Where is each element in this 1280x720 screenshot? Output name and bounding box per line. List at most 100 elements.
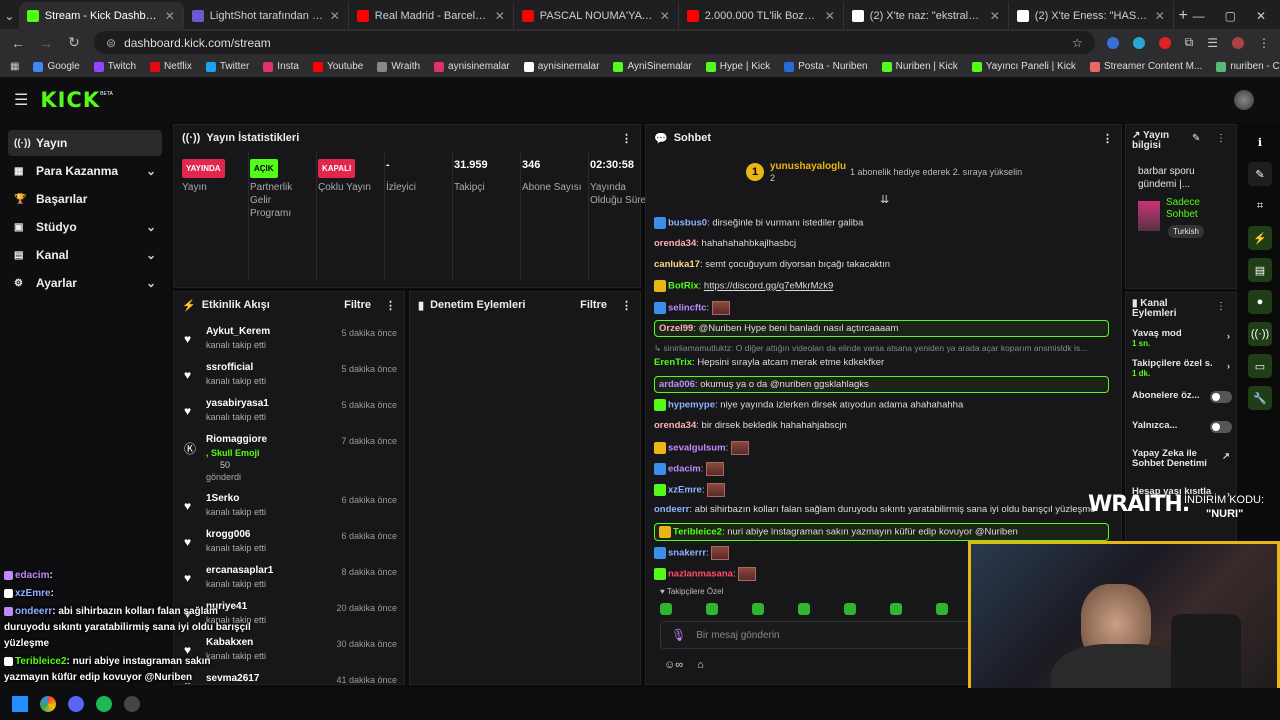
bookmark-item[interactable]: aynisinemalar bbox=[523, 61, 599, 72]
stats-menu-icon[interactable]: ⋮ bbox=[621, 132, 632, 145]
chat-menu-icon[interactable]: ⋮ bbox=[1102, 132, 1113, 145]
toggle-switch[interactable] bbox=[1210, 391, 1232, 403]
chat-username[interactable]: busbus0 bbox=[668, 218, 707, 229]
apps-grid-icon[interactable]: ▦ bbox=[10, 61, 19, 72]
back-icon[interactable]: ← bbox=[10, 35, 26, 51]
activity-filter-button[interactable]: Filtre bbox=[344, 299, 371, 311]
extension-record-icon[interactable] bbox=[1158, 36, 1171, 49]
bookmark-item[interactable]: Youtube bbox=[312, 61, 363, 72]
activity-item[interactable]: ♥ krogg006 kanalı takip etti 6 dakika önce bbox=[182, 529, 397, 559]
sidebar-item-channel[interactable]: ▤ Kanal ⌄ bbox=[8, 242, 162, 268]
browser-tab[interactable]: PASCAL NOUMA'YA MEYDAN O... ✕ bbox=[514, 2, 679, 29]
chat-username[interactable]: ErenTrix bbox=[654, 357, 692, 368]
profile-avatar-icon[interactable] bbox=[1232, 36, 1244, 49]
chat-message[interactable]: canluka17: semt çocuğuyum diyorsan bıçağ… bbox=[654, 259, 1109, 270]
activity-item[interactable]: ♥ ssrofficial kanalı takip etti 5 dakika ön… bbox=[182, 362, 397, 392]
bookmark-item[interactable]: Hype | Kick bbox=[705, 61, 770, 72]
chat-username[interactable]: sevalgulsum bbox=[668, 443, 726, 454]
toggle-switch[interactable] bbox=[1210, 421, 1232, 433]
tools-icon[interactable]: 🔧 bbox=[1248, 386, 1272, 410]
browser-tab[interactable]: (2) X'te naz: "ekstralarıyla kopar... ✕ bbox=[844, 2, 1009, 29]
activity-item[interactable]: Ⓚ Riomaggiore , Skull Emoji 7 dakika önce 50… bbox=[182, 434, 397, 482]
channel-action-item[interactable]: Yalnızca... bbox=[1132, 421, 1232, 447]
chevron-down-icon[interactable]: ⌄ bbox=[146, 276, 156, 290]
bookmark-item[interactable]: Yayıncı Paneli | Kick bbox=[971, 61, 1076, 72]
chevron-down-icon[interactable]: ⌄ bbox=[146, 248, 156, 262]
browser-tab[interactable]: 2.000.000 TL'lik Bozkurt Çiftliği ✕ bbox=[679, 2, 844, 29]
chat-message[interactable]: BotRix: https://discord.gg/q7eMkrMzk9 bbox=[654, 280, 1109, 292]
channel-action-item[interactable]: Yavaş mod 1 sn. › bbox=[1132, 329, 1232, 355]
reload-icon[interactable]: ↻ bbox=[66, 34, 82, 51]
site-info-icon[interactable]: ⊜ bbox=[106, 36, 116, 50]
channel-action-item[interactable]: Abonelere öz... bbox=[1132, 391, 1232, 417]
kick-logo[interactable]: KICK bbox=[40, 88, 100, 112]
chat-input[interactable]: 🎙 Bir mesaj gönderin bbox=[660, 621, 970, 649]
edit-icon[interactable]: ✎ bbox=[1248, 162, 1272, 186]
chat-message[interactable]: Teribleice2: nuri abiye instagraman sakı… bbox=[654, 523, 1109, 541]
url-field[interactable]: ⊜ dashboard.kick.com/stream ☆ bbox=[94, 31, 1095, 54]
edit-stream-info-icon[interactable]: ✎ bbox=[1192, 133, 1200, 144]
bookmark-item[interactable]: Insta bbox=[263, 61, 299, 72]
chat-message[interactable]: hypemype: niye yayında izlerken dirsek a… bbox=[654, 399, 1109, 411]
channel-action-item[interactable]: Yapay Zeka ile Sohbet Denetimi ↗ bbox=[1132, 449, 1232, 475]
chat-username[interactable]: edacim bbox=[668, 464, 701, 475]
bookmark-item[interactable]: Nuriben | Kick bbox=[881, 61, 958, 72]
chat-username[interactable]: Orzel99 bbox=[659, 323, 693, 334]
sidebar-item-settings[interactable]: ⚙ Ayarlar ⌄ bbox=[8, 270, 162, 296]
close-window-icon[interactable]: ✕ bbox=[1256, 9, 1266, 23]
tab-search-icon[interactable]: ⌄ bbox=[0, 2, 19, 29]
chat-username[interactable]: orenda34 bbox=[654, 420, 696, 431]
chat-message[interactable]: sevalgulsum: bbox=[654, 441, 1109, 455]
browser-tab[interactable]: Real Madrid - Barcelona (2-1) - ✕ bbox=[349, 2, 514, 29]
chat-collapse-icon[interactable]: ⇊ bbox=[880, 193, 889, 206]
chat-message[interactable]: Orzel99: @Nuriben Hype beni banladı nası… bbox=[654, 320, 1109, 337]
bookmark-item[interactable]: nuriben - Channel S... bbox=[1216, 61, 1280, 72]
broadcast-icon[interactable]: ((·)) bbox=[1248, 322, 1272, 346]
gift-icon[interactable]: ⌂ bbox=[697, 659, 704, 671]
hamburger-menu-icon[interactable]: ☰ bbox=[14, 90, 28, 110]
bookmark-item[interactable]: aynisinemalar bbox=[434, 61, 510, 72]
tab-close-icon[interactable]: ✕ bbox=[1155, 9, 1165, 23]
forward-icon[interactable]: → bbox=[38, 35, 54, 51]
activity-item[interactable]: ♥ yasabiryasa1 kanalı takip etti 5 dakika ö… bbox=[182, 398, 397, 428]
bookmark-item[interactable]: AyniSinemalar bbox=[613, 61, 692, 72]
bookmark-item[interactable]: Twitch bbox=[93, 61, 136, 72]
emote-picker-icon[interactable]: ☺∞ bbox=[664, 659, 683, 671]
chat-link[interactable]: https://discord.gg/q7eMkrMzk9 bbox=[704, 281, 833, 292]
moderation-filter-button[interactable]: Filtre bbox=[580, 299, 607, 311]
chrome-icon[interactable] bbox=[40, 696, 56, 712]
moderation-menu-icon[interactable]: ⋮ bbox=[621, 299, 632, 312]
chat-username[interactable]: Teribleice2 bbox=[673, 527, 722, 538]
reading-list-icon[interactable]: ☰ bbox=[1207, 36, 1218, 50]
browser-tab[interactable]: (2) X'te Eness: "HASAN YAYIND... ✕ bbox=[1009, 2, 1174, 29]
chat-message[interactable]: selincftc: bbox=[654, 301, 1109, 315]
clipboard-icon[interactable]: ▤ bbox=[1248, 258, 1272, 282]
chevron-right-icon[interactable]: › bbox=[1227, 331, 1230, 342]
info-icon[interactable]: ℹ bbox=[1248, 130, 1272, 154]
expand-icon[interactable]: ⌗ bbox=[1248, 194, 1272, 218]
chat-message[interactable]: orenda34: hahahahahbkajlhasbcj bbox=[654, 238, 1109, 249]
chat-username[interactable]: orenda34 bbox=[654, 238, 696, 249]
chat-username[interactable]: hypemype bbox=[668, 400, 715, 411]
channel-actions-menu-icon[interactable]: ⋮ bbox=[1216, 301, 1226, 312]
chevron-down-icon[interactable]: ⌄ bbox=[146, 164, 156, 178]
chat-username[interactable]: snakerrr bbox=[668, 548, 706, 559]
spotify-icon[interactable] bbox=[96, 696, 112, 712]
stream-info-menu-icon[interactable]: ⋮ bbox=[1216, 133, 1226, 144]
sidebar-item-trophy[interactable]: 🏆 Başarılar bbox=[8, 186, 162, 212]
tab-close-icon[interactable]: ✕ bbox=[660, 9, 670, 23]
chat-username[interactable]: ondeerr bbox=[654, 504, 689, 515]
chat-username[interactable]: BotRix bbox=[668, 281, 699, 292]
chat-message[interactable]: arda006: okumuş ya o da @nuriben ggsklah… bbox=[654, 376, 1109, 393]
bookmark-item[interactable]: Wraith bbox=[377, 61, 420, 72]
chat-message[interactable]: xzEmre: bbox=[654, 483, 1109, 497]
bookmark-item[interactable]: Streamer Content M... bbox=[1089, 61, 1202, 72]
tab-close-icon[interactable]: ✕ bbox=[825, 9, 835, 23]
chevron-right-icon[interactable]: › bbox=[1227, 361, 1230, 372]
quick-emote-icon[interactable] bbox=[798, 603, 810, 615]
extensions-puzzle-icon[interactable]: ⧉ bbox=[1185, 35, 1194, 50]
quick-emote-icon[interactable] bbox=[752, 603, 764, 615]
chat-username[interactable]: xzEmre bbox=[668, 485, 702, 496]
quick-emote-icon[interactable] bbox=[660, 603, 672, 615]
maximize-icon[interactable]: ▢ bbox=[1225, 9, 1236, 23]
